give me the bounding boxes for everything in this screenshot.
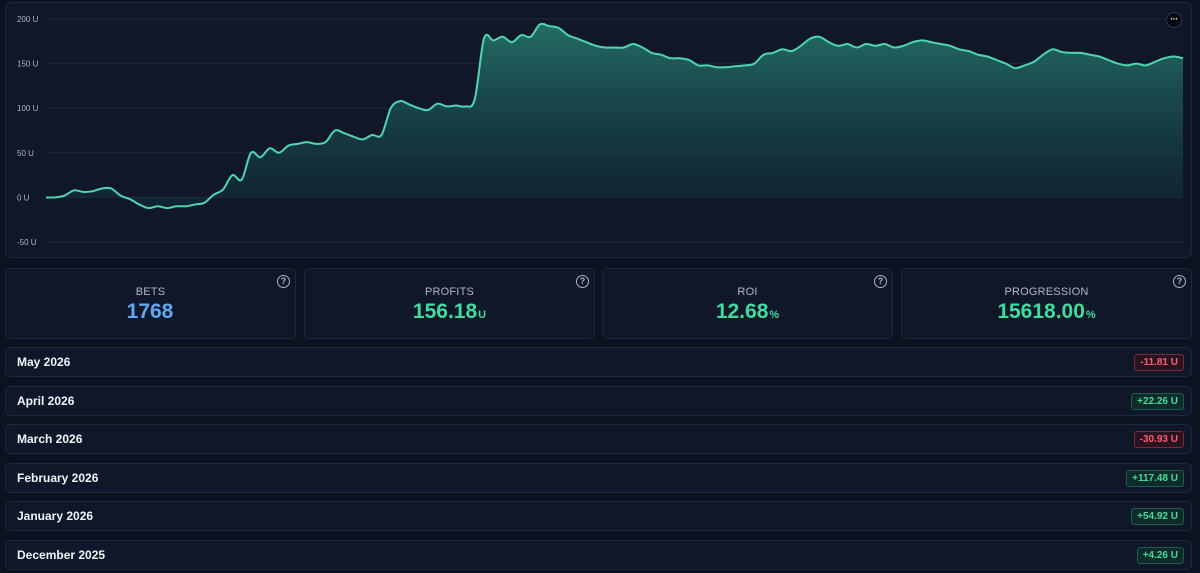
y-tick-label: 150 U bbox=[17, 60, 39, 69]
stat-label: ROI bbox=[737, 286, 758, 298]
month-profit-badge: +54.92 U bbox=[1131, 508, 1184, 525]
stat-label: BETS bbox=[135, 286, 166, 298]
stat-value: 12.68% bbox=[603, 300, 892, 324]
stat-number: 156.18 bbox=[412, 300, 478, 323]
y-tick-label: 200 U bbox=[17, 15, 39, 24]
profit-area bbox=[46, 23, 1183, 209]
month-name: December 2025 bbox=[17, 548, 106, 562]
month-profit-badge: +117.48 U bbox=[1126, 470, 1184, 487]
stat-label: PROFITS bbox=[424, 286, 475, 298]
stat-card-progression: ? PROGRESSION 15618.00% bbox=[901, 268, 1192, 339]
month-row-december-2025[interactable]: December 2025 +4.26 U bbox=[5, 540, 1192, 570]
y-tick-label: -50 U bbox=[17, 238, 37, 247]
month-name: February 2026 bbox=[17, 471, 99, 485]
stat-value: 1768 bbox=[6, 300, 295, 324]
month-profit-badge: -11.81 U bbox=[1134, 354, 1184, 371]
stat-card-bets: ? BETS 1768 bbox=[5, 268, 296, 339]
y-tick-label: 0 U bbox=[17, 193, 30, 202]
month-name: January 2026 bbox=[17, 509, 94, 523]
month-profit-badge: +22.26 U bbox=[1131, 393, 1184, 410]
stat-label: PROGRESSION bbox=[1004, 286, 1089, 298]
stat-card-roi: ? ROI 12.68% bbox=[602, 268, 893, 339]
stat-value: 15618.00% bbox=[902, 300, 1191, 324]
month-row-may-2026[interactable]: May 2026 -11.81 U bbox=[5, 347, 1192, 377]
y-tick-label: 100 U bbox=[17, 104, 39, 113]
month-row-february-2026[interactable]: February 2026 +117.48 U bbox=[5, 463, 1192, 493]
month-name: March 2026 bbox=[17, 432, 83, 446]
y-tick-label: 50 U bbox=[17, 149, 34, 158]
stat-unit: % bbox=[1085, 309, 1096, 321]
stat-number: 15618.00 bbox=[997, 300, 1085, 323]
stat-unit: % bbox=[769, 309, 780, 321]
profit-chart: 200 U 150 U 100 U 50 U 0 U -50 U bbox=[17, 15, 1184, 247]
stat-number: 12.68 bbox=[715, 300, 769, 323]
stat-unit: U bbox=[478, 309, 487, 321]
stat-card-profits: ? PROFITS 156.18U bbox=[304, 268, 595, 339]
month-profit-badge: +4.26 U bbox=[1136, 547, 1184, 564]
profit-chart-panel: 200 U 150 U 100 U 50 U 0 U -50 U ··· bbox=[5, 2, 1192, 258]
month-profit-badge: -30.93 U bbox=[1133, 431, 1184, 448]
month-name: April 2026 bbox=[17, 394, 75, 408]
month-row-april-2026[interactable]: April 2026 +22.26 U bbox=[5, 386, 1192, 416]
month-row-march-2026[interactable]: March 2026 -30.93 U bbox=[5, 424, 1192, 454]
stat-value: 156.18U bbox=[305, 300, 594, 324]
more-icon[interactable]: ··· bbox=[1166, 12, 1182, 28]
month-name: May 2026 bbox=[17, 355, 71, 369]
month-row-january-2026[interactable]: January 2026 +54.92 U bbox=[5, 501, 1192, 531]
stat-number: 1768 bbox=[126, 300, 174, 323]
